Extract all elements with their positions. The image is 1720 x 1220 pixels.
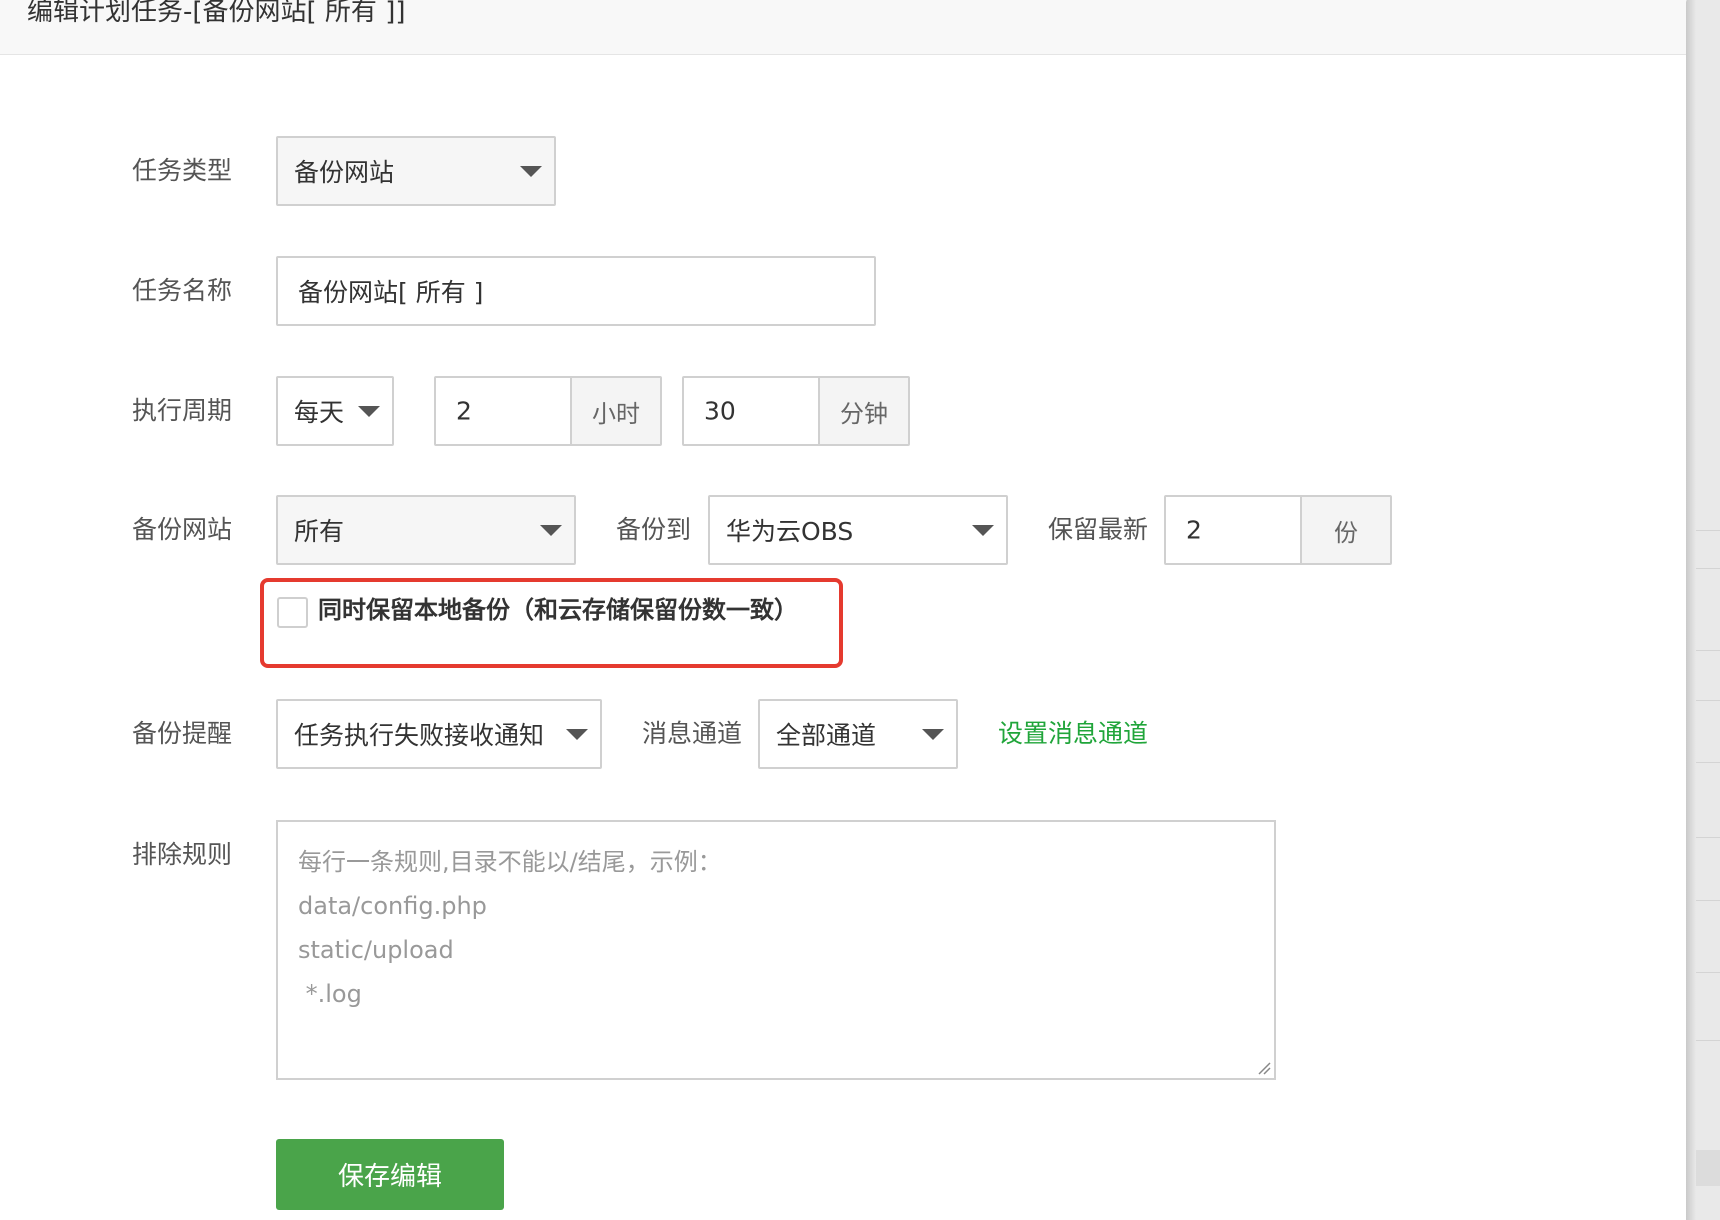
backup-to-label: 备份到 [616,515,692,544]
hour-value: 2 [456,396,472,426]
exclude-textarea[interactable]: 每行一条规则,目录不能以/结尾，示例： data/config.php stat… [276,820,1276,1080]
background-page [1686,0,1720,1220]
chevron-down-icon [972,525,994,536]
backup-site-select[interactable]: 所有 [276,495,576,565]
chevron-down-icon [566,729,588,740]
minute-unit: 分钟 [818,378,908,444]
minute-input-group[interactable]: 30 分钟 [682,376,910,446]
cycle-label: 执行周期 [132,396,233,425]
placeholder-line: static/upload [298,936,454,964]
task-type-select[interactable]: 备份网站 [276,136,556,206]
task-name-input[interactable]: 备份网站[ 所有 ] [276,256,876,326]
save-button[interactable]: 保存编辑 [276,1139,504,1210]
task-name-label: 任务名称 [132,276,233,305]
backup-to-select[interactable]: 华为云OBS [708,495,1008,565]
background-block [1696,1150,1720,1186]
minute-value: 30 [704,396,736,426]
task-name-value: 备份网站[ 所有 ] [298,278,484,307]
chevron-down-icon [922,729,944,740]
backup-to-value: 华为云OBS [726,517,854,546]
placeholder-line: *.log [298,980,362,1008]
hour-unit: 小时 [570,378,660,444]
task-type-value: 备份网站 [294,158,395,187]
background-divider [1696,568,1720,569]
hour-input-group[interactable]: 2 小时 [434,376,662,446]
notify-value: 任务执行失败接收通知 [294,721,545,750]
chevron-down-icon [540,525,562,536]
keep-latest-label: 保留最新 [1048,515,1149,544]
dialog-title: 编辑计划任务-[备份网站[ 所有 ]] [27,0,406,27]
channel-value: 全部通道 [776,721,877,750]
dialog-shadow [1686,0,1696,1220]
backup-site-label: 备份网站 [132,515,233,544]
placeholder-line: data/config.php [298,892,487,920]
cycle-period-value: 每天 [294,398,345,427]
background-divider [1696,762,1720,763]
keep-local-checkbox[interactable] [277,597,308,628]
keep-latest-unit: 份 [1300,497,1390,563]
chevron-down-icon [358,406,380,417]
background-divider [1696,900,1720,901]
notify-label: 备份提醒 [132,719,233,748]
task-type-label: 任务类型 [132,156,233,185]
keep-latest-value: 2 [1186,515,1202,545]
placeholder-line: 每行一条规则,目录不能以/结尾，示例： [298,848,722,876]
edit-task-dialog: 编辑计划任务-[备份网站[ 所有 ]] 任务类型 备份网站 任务名称 备份网站[… [0,0,1686,1220]
backup-site-value: 所有 [294,517,345,546]
exclude-label: 排除规则 [132,840,233,869]
background-divider [1696,700,1720,701]
keep-local-label[interactable]: 同时保留本地备份（和云存储保留份数一致） [318,593,798,627]
notify-select[interactable]: 任务执行失败接收通知 [276,699,602,769]
background-divider [1696,837,1720,838]
background-divider [1696,1040,1720,1041]
channel-label: 消息通道 [642,719,743,748]
cycle-period-select[interactable]: 每天 [276,376,394,446]
resize-grip-icon[interactable] [1257,1061,1271,1075]
setup-channel-link[interactable]: 设置消息通道 [998,717,1148,751]
background-divider [1696,530,1720,531]
channel-select[interactable]: 全部通道 [758,699,958,769]
page: 编辑计划任务-[备份网站[ 所有 ]] 任务类型 备份网站 任务名称 备份网站[… [0,0,1720,1220]
chevron-down-icon [520,166,542,177]
background-divider [1696,972,1720,973]
background-divider [1696,650,1720,651]
keep-latest-input-group[interactable]: 2 份 [1164,495,1392,565]
dialog-header: 编辑计划任务-[备份网站[ 所有 ]] [0,0,1686,55]
